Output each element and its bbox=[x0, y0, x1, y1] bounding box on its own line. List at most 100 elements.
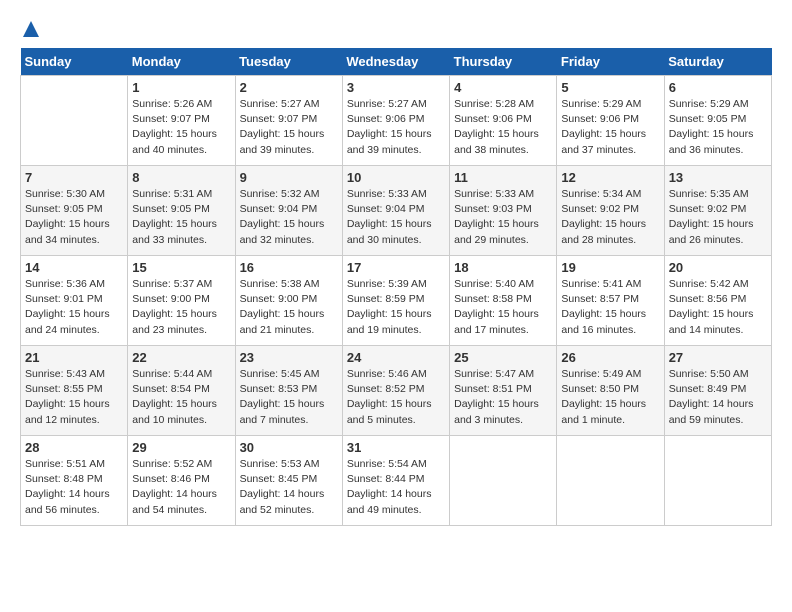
day-cell: 10Sunrise: 5:33 AM Sunset: 9:04 PM Dayli… bbox=[342, 166, 449, 256]
day-cell: 29 Sunrise: 5:52 AM Sunset: 8:46 PM Dayli… bbox=[128, 436, 235, 526]
day-detail: Sunrise: 5:50 AM Sunset: 8:49 PM Dayligh… bbox=[669, 367, 767, 428]
day-detail: Sunrise: 5:36 AM Sunset: 9:01 PM Dayligh… bbox=[25, 277, 123, 338]
day-detail: Sunrise: 5:28 AM Sunset: 9:06 PM Dayligh… bbox=[454, 97, 552, 158]
day-number: 14 bbox=[25, 260, 123, 275]
day-cell: 23Sunrise: 5:45 AM Sunset: 8:53 PM Dayli… bbox=[235, 346, 342, 436]
day-cell bbox=[664, 436, 771, 526]
day-cell: 9 Sunrise: 5:32 AM Sunset: 9:04 PM Daylig… bbox=[235, 166, 342, 256]
column-header-tuesday: Tuesday bbox=[235, 48, 342, 76]
calendar-table: SundayMondayTuesdayWednesdayThursdayFrid… bbox=[20, 48, 772, 526]
day-cell: 19 Sunrise: 5:41 AM Sunset: 8:57 PM Dayli… bbox=[557, 256, 664, 346]
day-detail: Sunrise: 5:45 AM Sunset: 8:53 PM Dayligh… bbox=[240, 367, 338, 428]
day-detail: Sunrise: 5:30 AM Sunset: 9:05 PM Dayligh… bbox=[25, 187, 123, 248]
day-cell: 26 Sunrise: 5:49 AM Sunset: 8:50 PM Dayli… bbox=[557, 346, 664, 436]
day-cell: 16 Sunrise: 5:38 AM Sunset: 9:00 PM Dayli… bbox=[235, 256, 342, 346]
logo-icon bbox=[22, 20, 40, 38]
day-cell: 18 Sunrise: 5:40 AM Sunset: 8:58 PM Dayli… bbox=[450, 256, 557, 346]
day-number: 2 bbox=[240, 80, 338, 95]
day-cell: 8 Sunrise: 5:31 AM Sunset: 9:05 PM Daylig… bbox=[128, 166, 235, 256]
day-cell: 14 Sunrise: 5:36 AM Sunset: 9:01 PM Dayli… bbox=[21, 256, 128, 346]
day-detail: Sunrise: 5:37 AM Sunset: 9:00 PM Dayligh… bbox=[132, 277, 230, 338]
day-cell: 6 Sunrise: 5:29 AM Sunset: 9:05 PM Daylig… bbox=[664, 76, 771, 166]
day-detail: Sunrise: 5:26 AM Sunset: 9:07 PM Dayligh… bbox=[132, 97, 230, 158]
day-number: 7 bbox=[25, 170, 123, 185]
day-cell bbox=[21, 76, 128, 166]
day-cell: 25 Sunrise: 5:47 AM Sunset: 8:51 PM Dayli… bbox=[450, 346, 557, 436]
day-cell: 5Sunrise: 5:29 AM Sunset: 9:06 PM Daylig… bbox=[557, 76, 664, 166]
day-detail: Sunrise: 5:27 AM Sunset: 9:07 PM Dayligh… bbox=[240, 97, 338, 158]
day-cell: 30 Sunrise: 5:53 AM Sunset: 8:45 PM Dayli… bbox=[235, 436, 342, 526]
day-detail: Sunrise: 5:41 AM Sunset: 8:57 PM Dayligh… bbox=[561, 277, 659, 338]
day-cell: 2 Sunrise: 5:27 AM Sunset: 9:07 PM Daylig… bbox=[235, 76, 342, 166]
day-detail: Sunrise: 5:38 AM Sunset: 9:00 PM Dayligh… bbox=[240, 277, 338, 338]
week-row-1: 1 Sunrise: 5:26 AM Sunset: 9:07 PM Daylig… bbox=[21, 76, 772, 166]
day-number: 9 bbox=[240, 170, 338, 185]
day-cell: 7 Sunrise: 5:30 AM Sunset: 9:05 PM Daylig… bbox=[21, 166, 128, 256]
day-cell: 22Sunrise: 5:44 AM Sunset: 8:54 PM Dayli… bbox=[128, 346, 235, 436]
day-detail: Sunrise: 5:51 AM Sunset: 8:48 PM Dayligh… bbox=[25, 457, 123, 518]
day-cell: 11Sunrise: 5:33 AM Sunset: 9:03 PM Dayli… bbox=[450, 166, 557, 256]
day-number: 1 bbox=[132, 80, 230, 95]
day-detail: Sunrise: 5:40 AM Sunset: 8:58 PM Dayligh… bbox=[454, 277, 552, 338]
day-detail: Sunrise: 5:42 AM Sunset: 8:56 PM Dayligh… bbox=[669, 277, 767, 338]
day-cell: 1 Sunrise: 5:26 AM Sunset: 9:07 PM Daylig… bbox=[128, 76, 235, 166]
day-detail: Sunrise: 5:47 AM Sunset: 8:51 PM Dayligh… bbox=[454, 367, 552, 428]
day-cell: 24 Sunrise: 5:46 AM Sunset: 8:52 PM Dayli… bbox=[342, 346, 449, 436]
day-detail: Sunrise: 5:46 AM Sunset: 8:52 PM Dayligh… bbox=[347, 367, 445, 428]
day-detail: Sunrise: 5:52 AM Sunset: 8:46 PM Dayligh… bbox=[132, 457, 230, 518]
day-cell: 3 Sunrise: 5:27 AM Sunset: 9:06 PM Daylig… bbox=[342, 76, 449, 166]
day-number: 4 bbox=[454, 80, 552, 95]
day-cell: 4 Sunrise: 5:28 AM Sunset: 9:06 PM Daylig… bbox=[450, 76, 557, 166]
day-detail: Sunrise: 5:33 AM Sunset: 9:03 PM Dayligh… bbox=[454, 187, 552, 248]
day-detail: Sunrise: 5:29 AM Sunset: 9:05 PM Dayligh… bbox=[669, 97, 767, 158]
day-cell: 31Sunrise: 5:54 AM Sunset: 8:44 PM Dayli… bbox=[342, 436, 449, 526]
day-number: 17 bbox=[347, 260, 445, 275]
week-row-5: 28 Sunrise: 5:51 AM Sunset: 8:48 PM Dayli… bbox=[21, 436, 772, 526]
column-header-wednesday: Wednesday bbox=[342, 48, 449, 76]
day-detail: Sunrise: 5:29 AM Sunset: 9:06 PM Dayligh… bbox=[561, 97, 659, 158]
day-cell: 12Sunrise: 5:34 AM Sunset: 9:02 PM Dayli… bbox=[557, 166, 664, 256]
column-header-thursday: Thursday bbox=[450, 48, 557, 76]
day-detail: Sunrise: 5:27 AM Sunset: 9:06 PM Dayligh… bbox=[347, 97, 445, 158]
day-number: 13 bbox=[669, 170, 767, 185]
day-number: 24 bbox=[347, 350, 445, 365]
column-header-monday: Monday bbox=[128, 48, 235, 76]
day-number: 26 bbox=[561, 350, 659, 365]
day-number: 21 bbox=[25, 350, 123, 365]
column-header-sunday: Sunday bbox=[21, 48, 128, 76]
day-number: 3 bbox=[347, 80, 445, 95]
day-detail: Sunrise: 5:43 AM Sunset: 8:55 PM Dayligh… bbox=[25, 367, 123, 428]
day-cell: 21 Sunrise: 5:43 AM Sunset: 8:55 PM Dayli… bbox=[21, 346, 128, 436]
day-cell: 15Sunrise: 5:37 AM Sunset: 9:00 PM Dayli… bbox=[128, 256, 235, 346]
day-detail: Sunrise: 5:31 AM Sunset: 9:05 PM Dayligh… bbox=[132, 187, 230, 248]
day-number: 31 bbox=[347, 440, 445, 455]
day-number: 16 bbox=[240, 260, 338, 275]
header-row: SundayMondayTuesdayWednesdayThursdayFrid… bbox=[21, 48, 772, 76]
day-number: 28 bbox=[25, 440, 123, 455]
day-number: 18 bbox=[454, 260, 552, 275]
day-cell: 28 Sunrise: 5:51 AM Sunset: 8:48 PM Dayli… bbox=[21, 436, 128, 526]
day-number: 30 bbox=[240, 440, 338, 455]
day-cell bbox=[557, 436, 664, 526]
day-number: 6 bbox=[669, 80, 767, 95]
page-header bbox=[20, 20, 772, 38]
day-number: 8 bbox=[132, 170, 230, 185]
day-detail: Sunrise: 5:53 AM Sunset: 8:45 PM Dayligh… bbox=[240, 457, 338, 518]
day-detail: Sunrise: 5:32 AM Sunset: 9:04 PM Dayligh… bbox=[240, 187, 338, 248]
day-cell bbox=[450, 436, 557, 526]
logo bbox=[20, 20, 40, 38]
day-detail: Sunrise: 5:39 AM Sunset: 8:59 PM Dayligh… bbox=[347, 277, 445, 338]
day-cell: 17 Sunrise: 5:39 AM Sunset: 8:59 PM Dayli… bbox=[342, 256, 449, 346]
day-number: 10 bbox=[347, 170, 445, 185]
day-detail: Sunrise: 5:49 AM Sunset: 8:50 PM Dayligh… bbox=[561, 367, 659, 428]
day-number: 19 bbox=[561, 260, 659, 275]
week-row-2: 7 Sunrise: 5:30 AM Sunset: 9:05 PM Daylig… bbox=[21, 166, 772, 256]
column-header-saturday: Saturday bbox=[664, 48, 771, 76]
day-number: 27 bbox=[669, 350, 767, 365]
day-number: 25 bbox=[454, 350, 552, 365]
day-number: 29 bbox=[132, 440, 230, 455]
day-detail: Sunrise: 5:44 AM Sunset: 8:54 PM Dayligh… bbox=[132, 367, 230, 428]
week-row-3: 14 Sunrise: 5:36 AM Sunset: 9:01 PM Dayli… bbox=[21, 256, 772, 346]
day-detail: Sunrise: 5:35 AM Sunset: 9:02 PM Dayligh… bbox=[669, 187, 767, 248]
day-cell: 27 Sunrise: 5:50 AM Sunset: 8:49 PM Dayli… bbox=[664, 346, 771, 436]
